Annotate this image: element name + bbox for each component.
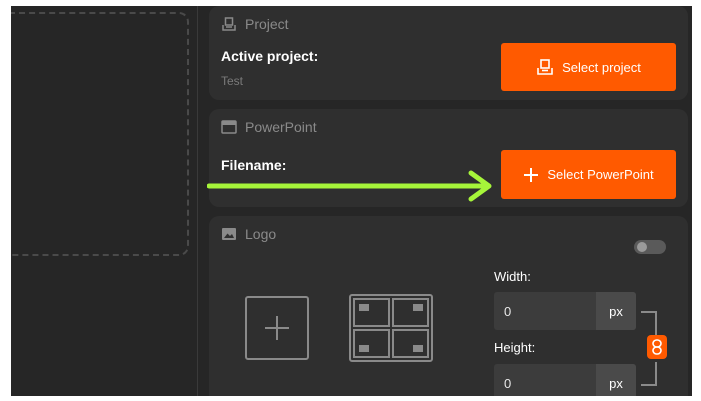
height-input[interactable]: 0 <box>494 364 596 396</box>
logo-toggle-knob <box>637 242 647 252</box>
select-project-button[interactable]: Select project <box>501 43 676 91</box>
column-divider <box>197 6 198 396</box>
add-logo-icon[interactable] <box>245 296 309 360</box>
project-panel: Project Active project: Test Select proj… <box>209 6 688 100</box>
width-input[interactable]: 0 <box>494 292 596 330</box>
project-panel-header: Project <box>221 16 289 32</box>
height-unit: px <box>596 364 636 396</box>
app-window: Project Active project: Test Select proj… <box>11 6 692 396</box>
aspect-link-line-bottom <box>641 362 657 386</box>
logo-panel-title: Logo <box>245 226 277 242</box>
plus-icon <box>523 167 539 183</box>
logo-toggle[interactable] <box>634 240 666 254</box>
logo-panel-header: Logo <box>221 226 276 242</box>
powerpoint-panel-header: PowerPoint <box>221 119 317 135</box>
select-project-icon <box>536 58 554 76</box>
width-label: Width: <box>494 269 531 284</box>
position-grid-icon[interactable] <box>349 294 433 367</box>
width-field[interactable]: 0 px <box>494 292 636 330</box>
annotation-arrow <box>207 170 492 202</box>
width-unit: px <box>596 292 636 330</box>
select-powerpoint-button[interactable]: Select PowerPoint <box>501 150 676 199</box>
image-icon <box>221 226 237 242</box>
logo-panel: Logo Width: 0 px Height: 0 px <box>209 216 688 396</box>
aspect-lock-button[interactable] <box>647 335 667 359</box>
project-icon <box>221 16 237 32</box>
active-project-label: Active project: <box>221 48 319 64</box>
select-project-label: Select project <box>562 59 641 75</box>
height-field[interactable]: 0 px <box>494 364 636 396</box>
active-project-value: Test <box>221 74 244 88</box>
powerpoint-panel-title: PowerPoint <box>245 119 317 135</box>
aspect-link-line-top <box>641 311 657 335</box>
project-panel-title: Project <box>245 16 289 32</box>
drop-zone[interactable] <box>11 12 189 256</box>
powerpoint-icon <box>221 119 237 135</box>
select-powerpoint-label: Select PowerPoint <box>547 167 654 182</box>
height-label: Height: <box>494 340 536 355</box>
link-chain-icon <box>651 339 663 355</box>
